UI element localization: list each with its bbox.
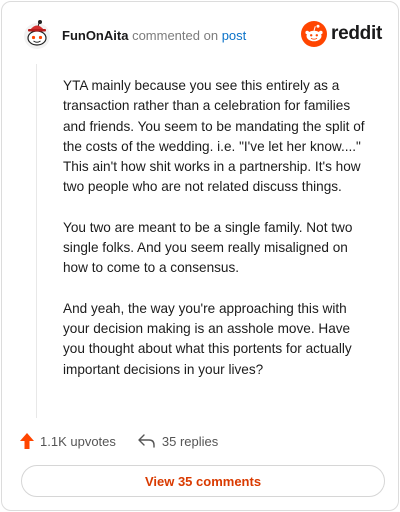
upvote-arrow-icon xyxy=(20,433,34,449)
comment-actions: 1.1K upvotes 35 replies xyxy=(20,431,218,451)
comment-body: YTA mainly because you see this entirely… xyxy=(63,76,375,400)
post-link[interactable]: post xyxy=(222,28,247,43)
replies-count: 35 replies xyxy=(161,433,219,449)
comment-paragraph: You two are meant to be a single family.… xyxy=(63,219,353,276)
comment-card: FunOnAita commented on post reddit YTA m… xyxy=(1,1,399,511)
view-comments-button[interactable]: View 35 comments xyxy=(21,465,385,497)
comment-paragraph: YTA mainly because you see this entirely… xyxy=(63,78,365,195)
snoo-avatar-icon xyxy=(24,20,50,49)
reply-arrow-icon xyxy=(138,434,155,448)
comment-header: FunOnAita commented on post reddit xyxy=(22,17,382,57)
username[interactable]: FunOnAita xyxy=(62,28,128,43)
upvote-count: 1.1K upvotes xyxy=(40,433,116,449)
replies-button[interactable]: 35 replies xyxy=(138,434,218,449)
commented-on-text: commented on xyxy=(132,28,219,43)
thread-line xyxy=(36,64,37,418)
reddit-logo[interactable]: reddit xyxy=(301,21,382,47)
upvote-button[interactable]: 1.1K upvotes xyxy=(20,433,116,449)
brand-name: reddit xyxy=(331,23,382,44)
comment-meta: FunOnAita commented on post xyxy=(62,28,246,43)
reddit-logo-icon xyxy=(301,21,328,47)
comment-paragraph: And yeah, the way you're approaching thi… xyxy=(63,300,352,377)
user-avatar[interactable] xyxy=(22,17,52,51)
